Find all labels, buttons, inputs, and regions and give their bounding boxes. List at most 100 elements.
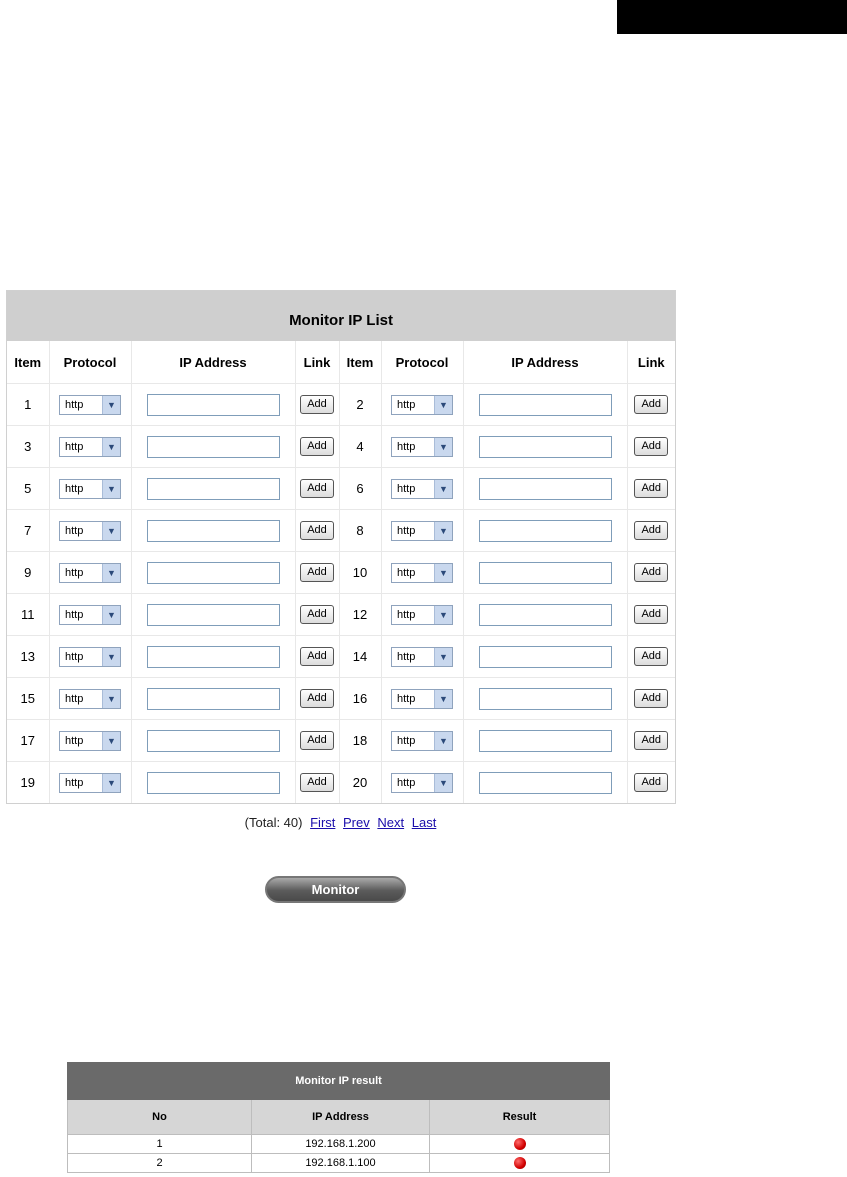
chevron-down-icon[interactable]: ▼ <box>434 605 452 624</box>
link-cell: Add <box>295 593 340 636</box>
table-row: 9 http ▼ Add 10 http ▼ Add <box>7 551 676 594</box>
ip-address-input[interactable] <box>478 393 612 416</box>
ip-address-input[interactable] <box>146 561 280 584</box>
protocol-select[interactable]: http ▼ <box>391 436 453 457</box>
add-button[interactable]: Add <box>634 563 669 582</box>
ip-address-input[interactable] <box>478 435 612 458</box>
chevron-down-icon[interactable]: ▼ <box>102 647 120 666</box>
chevron-down-icon[interactable]: ▼ <box>434 689 452 708</box>
chevron-down-icon[interactable]: ▼ <box>434 773 452 792</box>
chevron-down-icon[interactable]: ▼ <box>102 521 120 540</box>
protocol-select[interactable]: http ▼ <box>59 646 121 667</box>
protocol-select[interactable]: http ▼ <box>391 562 453 583</box>
add-button[interactable]: Add <box>300 605 334 624</box>
add-button[interactable]: Add <box>300 731 334 750</box>
chevron-down-icon[interactable]: ▼ <box>102 689 120 708</box>
add-button[interactable]: Add <box>300 437 334 456</box>
protocol-select[interactable]: http ▼ <box>391 688 453 709</box>
ip-address-input[interactable] <box>478 687 612 710</box>
item-number: 1 <box>24 397 32 412</box>
protocol-select[interactable]: http ▼ <box>59 394 121 415</box>
add-button[interactable]: Add <box>634 437 669 456</box>
protocol-value: http <box>65 650 84 663</box>
add-button[interactable]: Add <box>634 395 669 414</box>
result-title: Monitor IP result <box>66 1062 611 1100</box>
protocol-select[interactable]: http ▼ <box>59 604 121 625</box>
protocol-select[interactable]: http ▼ <box>59 436 121 457</box>
protocol-select[interactable]: http ▼ <box>391 604 453 625</box>
chevron-down-icon[interactable]: ▼ <box>102 437 120 456</box>
ip-address-input[interactable] <box>146 435 280 458</box>
protocol-select[interactable]: http ▼ <box>391 520 453 541</box>
prev-page-link[interactable]: Prev <box>343 815 370 830</box>
add-button[interactable]: Add <box>300 479 334 498</box>
protocol-select[interactable]: http ▼ <box>391 646 453 667</box>
add-button[interactable]: Add <box>634 521 669 540</box>
ip-address-input[interactable] <box>146 603 280 626</box>
ip-address-input[interactable] <box>146 645 280 668</box>
add-button[interactable]: Add <box>634 773 669 792</box>
chevron-down-icon[interactable]: ▼ <box>102 479 120 498</box>
ip-address-input[interactable] <box>478 603 612 626</box>
ip-address-input[interactable] <box>478 561 612 584</box>
chevron-down-icon[interactable]: ▼ <box>434 647 452 666</box>
col-header-protocol: Protocol <box>49 341 132 384</box>
item-cell: 16 <box>339 677 382 720</box>
monitor-button[interactable]: Monitor <box>265 876 406 903</box>
ip-address-input[interactable] <box>478 729 612 752</box>
add-button[interactable]: Add <box>300 647 334 666</box>
add-button[interactable]: Add <box>634 479 669 498</box>
protocol-select[interactable]: http ▼ <box>59 688 121 709</box>
add-button[interactable]: Add <box>634 647 669 666</box>
chevron-down-icon[interactable]: ▼ <box>434 437 452 456</box>
add-button[interactable]: Add <box>300 395 334 414</box>
chevron-down-icon[interactable]: ▼ <box>102 773 120 792</box>
add-button[interactable]: Add <box>634 689 669 708</box>
item-number: 16 <box>352 691 368 706</box>
table-row: 1 http ▼ Add 2 http ▼ Add <box>7 383 676 426</box>
chevron-down-icon[interactable]: ▼ <box>102 395 120 414</box>
protocol-select[interactable]: http ▼ <box>391 478 453 499</box>
ip-address-input[interactable] <box>478 645 612 668</box>
chevron-down-icon[interactable]: ▼ <box>434 395 452 414</box>
ip-address-input[interactable] <box>146 477 280 500</box>
chevron-down-icon[interactable]: ▼ <box>102 563 120 582</box>
add-button[interactable]: Add <box>634 605 669 624</box>
add-button[interactable]: Add <box>300 773 334 792</box>
chevron-down-icon[interactable]: ▼ <box>434 479 452 498</box>
result-ip-address: 192.168.1.200 <box>251 1134 430 1154</box>
first-page-link[interactable]: First <box>310 815 335 830</box>
protocol-value: http <box>397 608 416 621</box>
protocol-select[interactable]: http ▼ <box>391 730 453 751</box>
protocol-select[interactable]: http ▼ <box>59 478 121 499</box>
link-cell: Add <box>295 761 340 803</box>
add-button[interactable]: Add <box>634 731 669 750</box>
item-cell: 17 <box>7 719 50 762</box>
add-button[interactable]: Add <box>300 521 334 540</box>
add-button[interactable]: Add <box>300 689 334 708</box>
last-page-link[interactable]: Last <box>412 815 437 830</box>
chevron-down-icon[interactable]: ▼ <box>434 563 452 582</box>
add-button[interactable]: Add <box>300 563 334 582</box>
protocol-select[interactable]: http ▼ <box>391 772 453 793</box>
ip-address-input[interactable] <box>146 687 280 710</box>
chevron-down-icon[interactable]: ▼ <box>102 731 120 750</box>
table-row: 17 http ▼ Add 18 http ▼ Add <box>7 719 676 762</box>
protocol-select[interactable]: http ▼ <box>391 394 453 415</box>
ip-address-input[interactable] <box>478 771 612 794</box>
protocol-select[interactable]: http ▼ <box>59 562 121 583</box>
chevron-down-icon[interactable]: ▼ <box>102 605 120 624</box>
ip-address-input[interactable] <box>146 519 280 542</box>
next-page-link[interactable]: Next <box>377 815 404 830</box>
protocol-select[interactable]: http ▼ <box>59 730 121 751</box>
ip-address-input[interactable] <box>146 771 280 794</box>
ip-address-input[interactable] <box>478 519 612 542</box>
protocol-select[interactable]: http ▼ <box>59 520 121 541</box>
protocol-value: http <box>397 398 416 411</box>
chevron-down-icon[interactable]: ▼ <box>434 521 452 540</box>
protocol-select[interactable]: http ▼ <box>59 772 121 793</box>
ip-address-input[interactable] <box>478 477 612 500</box>
ip-address-input[interactable] <box>146 393 280 416</box>
ip-address-input[interactable] <box>146 729 280 752</box>
chevron-down-icon[interactable]: ▼ <box>434 731 452 750</box>
